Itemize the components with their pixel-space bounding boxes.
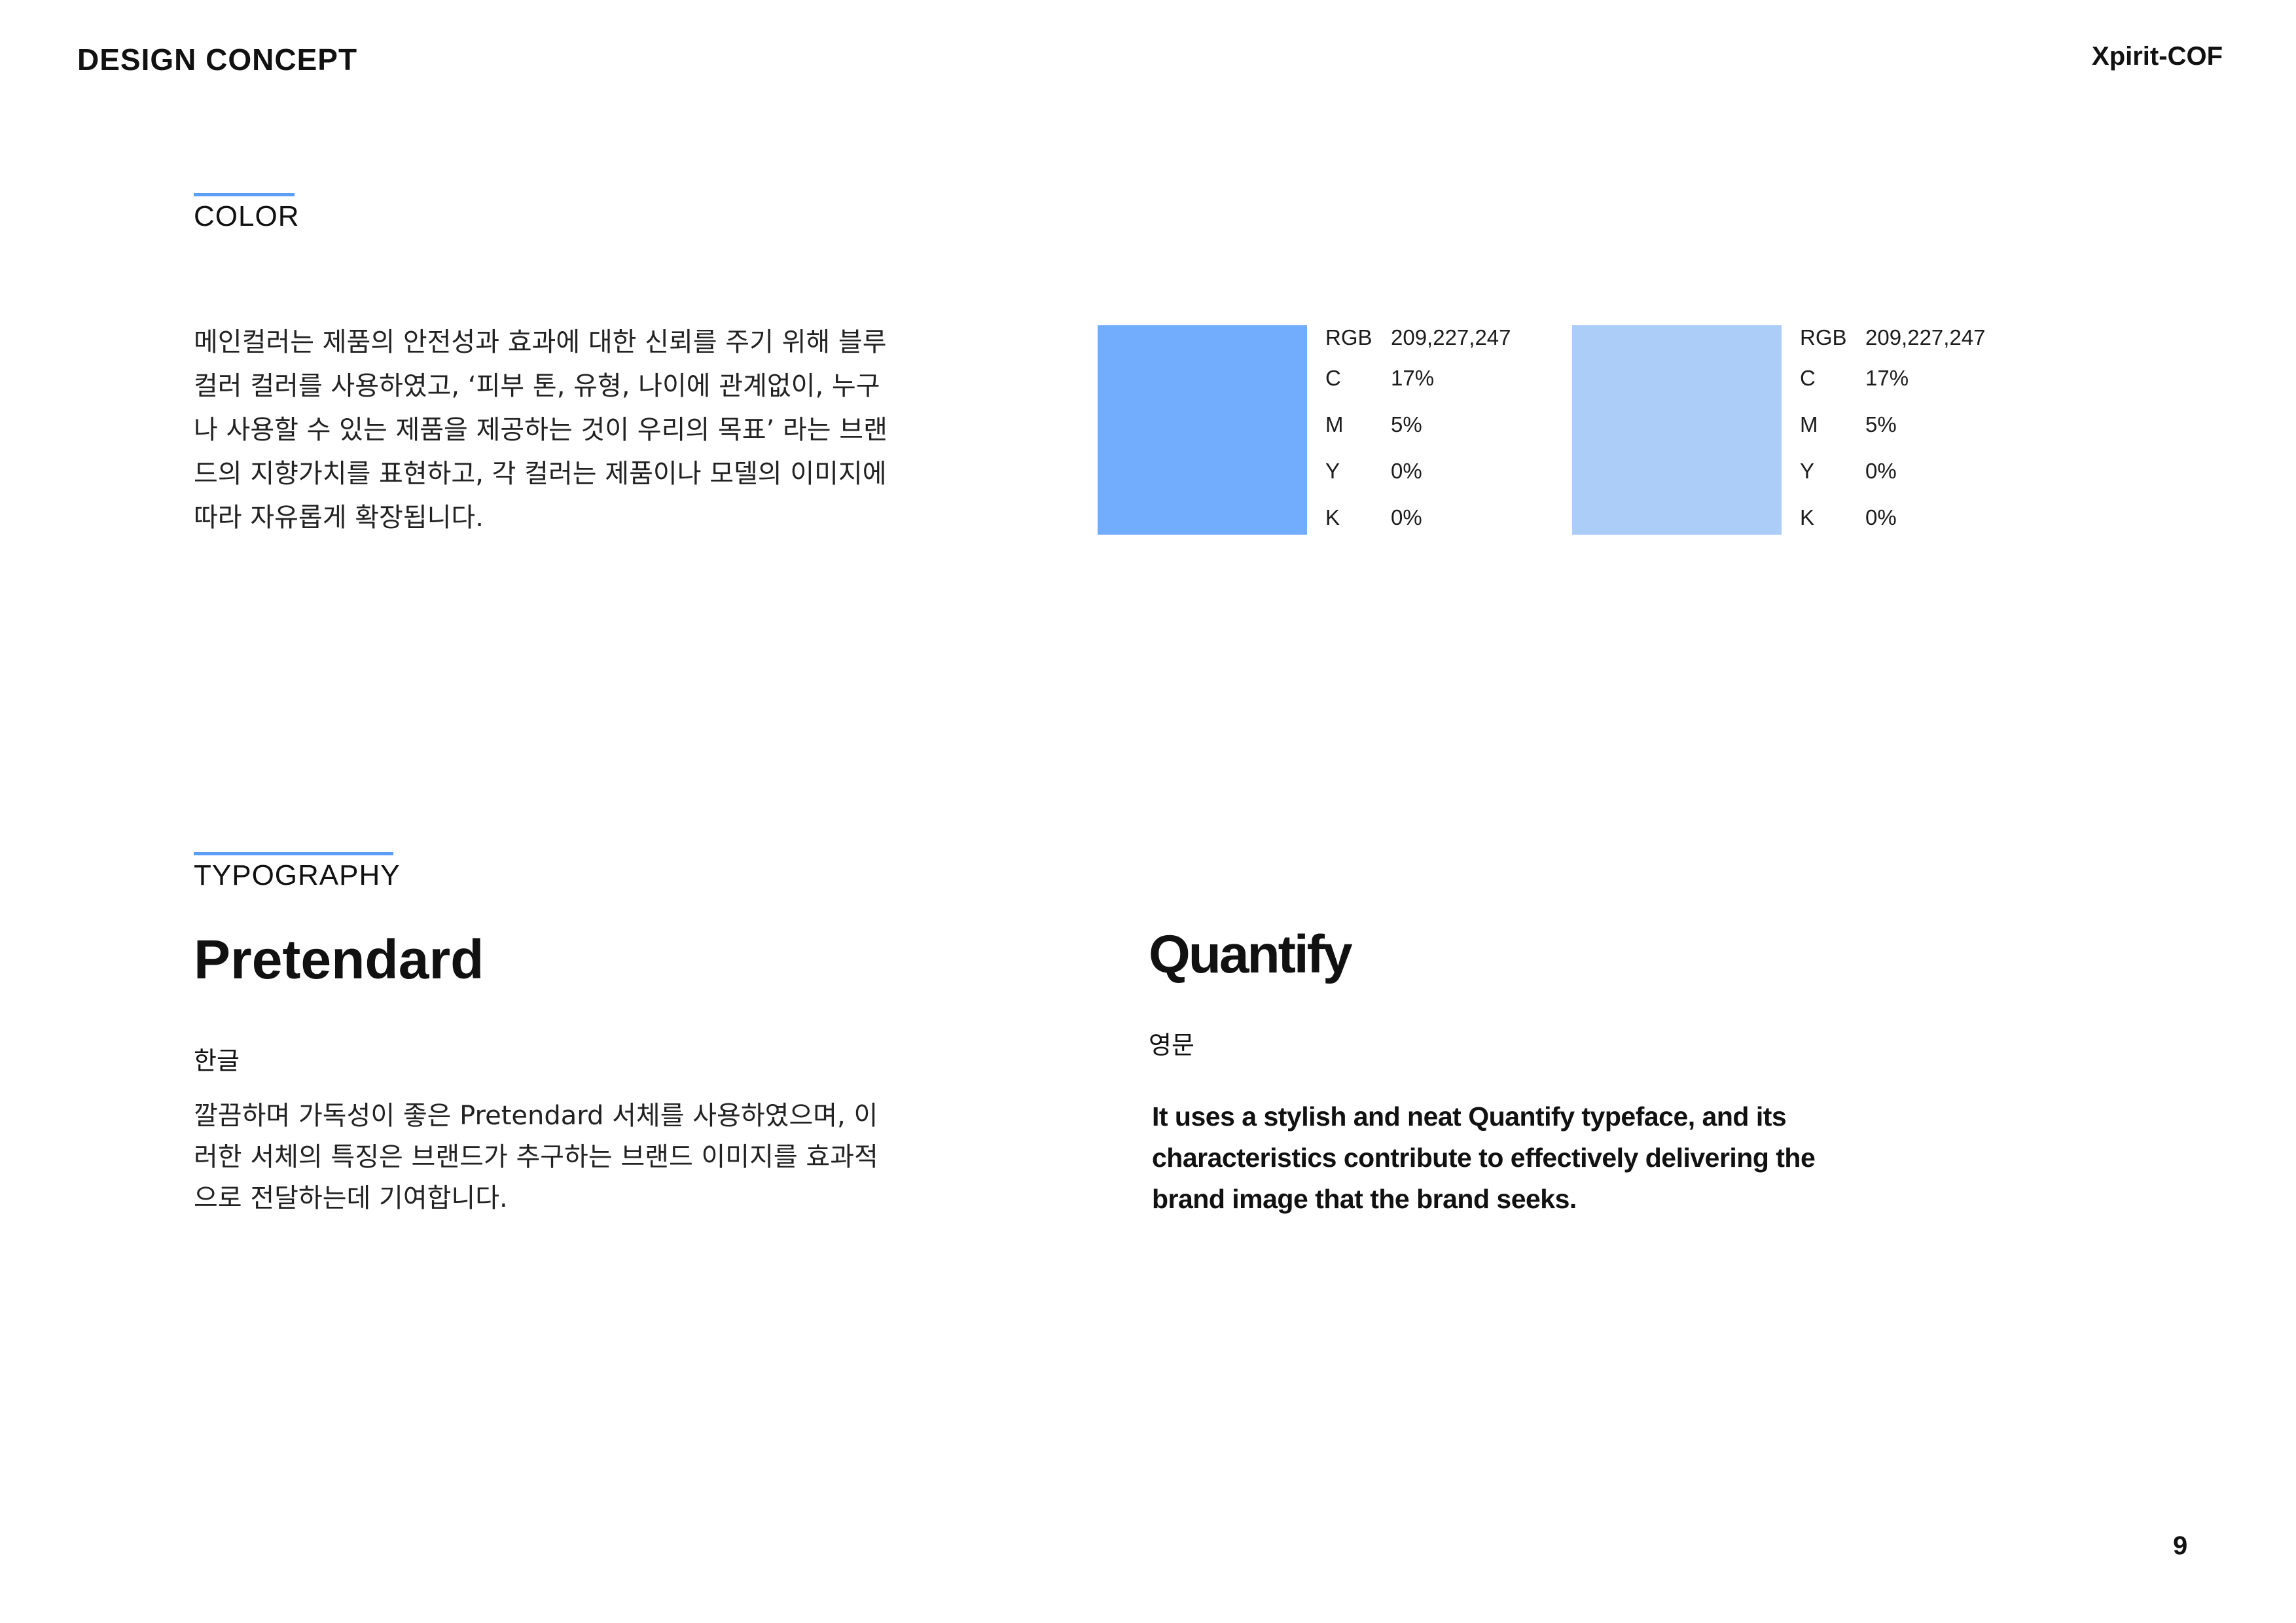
document-title: DESIGN CONCEPT xyxy=(77,43,358,77)
korean-font-description-line: 깔끔하며 가독성이 좋은 Pretendard 서체를 사용하였으며, 이 xyxy=(194,1101,878,1131)
color-description-line: 드의 지향가치를 표현하고, 각 컬러는 제품이나 모델의 이미지에 xyxy=(194,459,887,489)
spec-value-m: 5% xyxy=(1865,412,1897,437)
spec-key-k: K xyxy=(1800,505,1815,529)
spec-value-c: 17% xyxy=(1865,366,1909,390)
spec-key-m: M xyxy=(1325,412,1344,437)
english-font-name: Quantify xyxy=(1149,925,1353,984)
english-font-description-line: characteristics contribute to effectivel… xyxy=(1152,1143,1816,1173)
spec-key-c: C xyxy=(1325,366,1341,390)
korean-font-description-line: 으로 전달하는데 기여합니다. xyxy=(194,1183,508,1213)
color-description-line: 컬러 컬러를 사용하였고, ‘피부 톤, 유형, 나이에 관계없이, 누구 xyxy=(194,371,880,401)
korean-font-sublabel: 한글 xyxy=(194,1046,240,1075)
spec-value-y: 0% xyxy=(1865,459,1897,483)
spec-value-c: 17% xyxy=(1391,366,1435,390)
color-section-label: COLOR xyxy=(194,200,300,232)
english-font-description: It uses a stylish and neat Quantify type… xyxy=(1152,1096,1816,1220)
color-description: 메인컬러는 제품의 안전성과 효과에 대한 신뢰를 주기 위해 블루 컬러 컬러… xyxy=(194,321,888,540)
spec-value-rgb: 209,227,247 xyxy=(1865,325,1986,349)
color-description-line: 메인컬러는 제품의 안전성과 효과에 대한 신뢰를 주기 위해 블루 xyxy=(194,327,887,357)
secondary-color-swatch xyxy=(1572,325,1782,535)
color-section-accent-bar xyxy=(194,193,295,196)
brand-name: Xpirit-COF xyxy=(2092,42,2223,71)
spec-key-y: Y xyxy=(1800,459,1815,483)
english-font-description-line: It uses a stylish and neat Quantify type… xyxy=(1152,1101,1787,1132)
typography-section-accent-bar xyxy=(194,852,393,855)
korean-font-description-line: 러한 서체의 특징은 브랜드가 추구하는 브랜드 이미지를 효과적 xyxy=(194,1142,878,1172)
english-font-description-line: brand image that the brand seeks. xyxy=(1152,1184,1577,1214)
spec-key-m: M xyxy=(1800,412,1818,437)
spec-key-rgb: RGB xyxy=(1325,325,1372,349)
color-description-line: 나 사용할 수 있는 제품을 제공하는 것이 우리의 목표’ 라는 브랜 xyxy=(194,415,888,445)
korean-font-description: 깔끔하며 가독성이 좋은 Pretendard 서체를 사용하였으며, 이 러한… xyxy=(194,1096,878,1219)
english-font-sublabel: 영문 xyxy=(1149,1031,1194,1060)
spec-value-k: 0% xyxy=(1391,505,1422,529)
spec-key-c: C xyxy=(1800,366,1816,390)
color-description-line: 따라 자유롭게 확장됩니다. xyxy=(194,503,484,533)
typography-section-label: TYPOGRAPHY xyxy=(194,859,401,891)
spec-value-rgb: 209,227,247 xyxy=(1391,325,1511,349)
primary-color-swatch xyxy=(1098,325,1307,535)
spec-value-y: 0% xyxy=(1391,459,1422,483)
spec-key-y: Y xyxy=(1325,459,1340,483)
korean-font-name: Pretendard xyxy=(194,929,484,990)
spec-key-k: K xyxy=(1325,505,1340,529)
page-number: 9 xyxy=(2173,1531,2188,1560)
spec-value-m: 5% xyxy=(1391,412,1422,437)
spec-key-rgb: RGB xyxy=(1800,325,1847,349)
spec-value-k: 0% xyxy=(1865,505,1897,529)
